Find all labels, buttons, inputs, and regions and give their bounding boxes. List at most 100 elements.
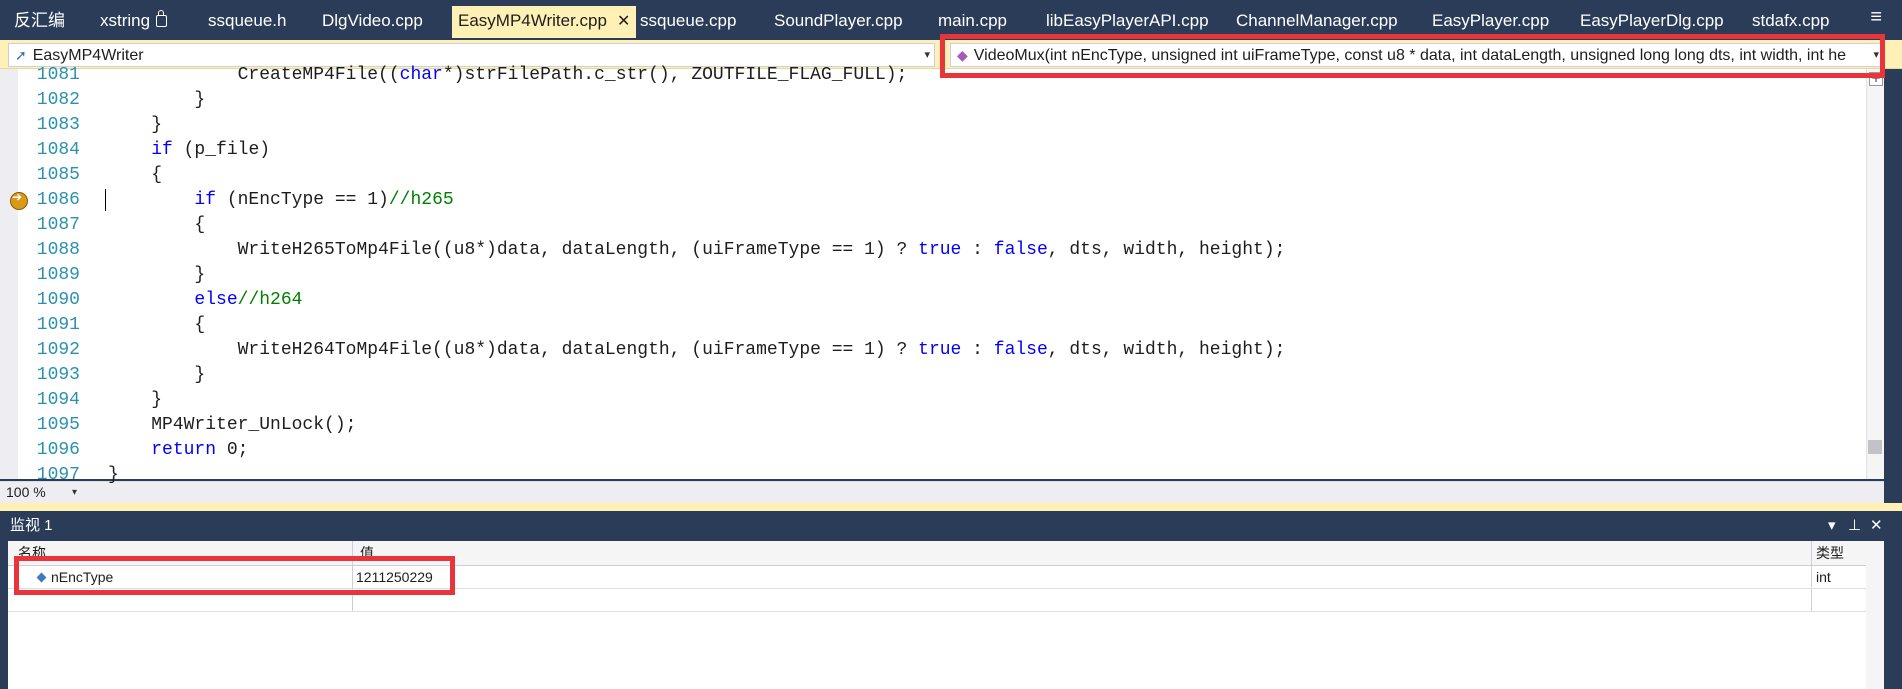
line-number: 1097 — [36, 465, 80, 485]
code-token: } — [108, 90, 206, 110]
tab-label: stdafx.cpp — [1752, 11, 1830, 30]
tab-xstring[interactable]: xstring — [100, 6, 168, 36]
code-line[interactable]: 1096 return 0; — [0, 438, 1860, 463]
close-icon[interactable]: ✕ — [1870, 516, 1883, 536]
tab-soundplayer-cpp[interactable]: SoundPlayer.cpp — [774, 6, 903, 36]
tab-label: main.cpp — [938, 11, 1007, 30]
keyword-token: return — [151, 440, 217, 460]
line-number: 1091 — [36, 315, 80, 335]
code-token: } — [108, 115, 163, 135]
close-tab-icon[interactable]: ✕ — [617, 13, 630, 30]
keyword-token: true — [918, 340, 962, 360]
code-line[interactable]: 1085 { — [0, 163, 1860, 188]
watch-value-cell[interactable]: 1211250229 — [356, 566, 433, 588]
code-line[interactable]: 1097} — [0, 463, 1860, 488]
keyword-token: else — [194, 290, 238, 310]
code-text: WriteH265ToMp4File((u8*)data, dataLength… — [108, 238, 1286, 263]
code-line[interactable]: 1090 else//h264 — [0, 288, 1860, 313]
tab-label: ssqueue.cpp — [640, 11, 737, 30]
keyword-token: true — [918, 240, 962, 260]
column-header-name[interactable]: 名称 — [18, 541, 46, 565]
keyword-token: if — [194, 190, 217, 210]
code-line[interactable]: 1087 { — [0, 213, 1860, 238]
code-token: { — [108, 215, 206, 235]
code-text: return 0; — [108, 438, 248, 463]
side-tool-strip — [1884, 69, 1902, 479]
code-line[interactable]: 1083 } — [0, 113, 1860, 138]
code-line[interactable]: 1084 if (p_file) — [0, 138, 1860, 163]
tab-ssqueue-h[interactable]: ssqueue.h — [208, 6, 286, 36]
watch-panel-title: 监视 1 — [10, 517, 53, 534]
code-text: if (nEncType == 1)//h265 — [108, 188, 454, 213]
code-text: MP4Writer_UnLock(); — [108, 413, 356, 438]
tab-label: EasyPlayerDlg.cpp — [1580, 11, 1724, 30]
code-line[interactable]: 1086 if (nEncType == 1)//h265 — [0, 188, 1860, 213]
split-window-icon[interactable]: + — [1869, 72, 1883, 86]
line-number: 1084 — [36, 140, 80, 160]
code-line[interactable]: 1092 WriteH264ToMp4File((u8*)data, dataL… — [0, 338, 1860, 363]
lock-icon — [156, 10, 168, 27]
code-line[interactable]: 1091 { — [0, 313, 1860, 338]
tab-easyplayer-cpp[interactable]: EasyPlayer.cpp — [1432, 6, 1549, 36]
watch-type-cell: int — [1816, 569, 1831, 585]
code-text: { — [108, 213, 205, 238]
panel-splitter[interactable] — [0, 503, 1902, 511]
code-token: *)strFilePath.c_str(), ZOUTFILE_FLAG_FUL… — [442, 65, 908, 85]
code-text: { — [108, 163, 162, 188]
comment-token: //h265 — [388, 190, 454, 210]
line-number: 1086 — [36, 190, 80, 210]
variable-icon — [36, 572, 47, 583]
tab-overflow-menu-icon[interactable]: ≡ — [1870, 6, 1882, 29]
code-text: CreateMP4File((char*)strFilePath.c_str()… — [108, 63, 908, 88]
column-header-value[interactable]: 值 — [360, 541, 374, 565]
code-text: } — [108, 88, 205, 113]
line-number: 1096 — [36, 440, 80, 460]
tab-easymp4writer-cpp[interactable]: EasyMP4Writer.cpp ✕ — [452, 6, 637, 38]
tab-libeasyplayerapi-cpp[interactable]: libEasyPlayerAPI.cpp — [1046, 6, 1209, 36]
code-line[interactable]: 1093 } — [0, 363, 1860, 388]
tab-main-cpp[interactable]: main.cpp — [938, 6, 1007, 36]
line-number: 1082 — [36, 90, 80, 110]
code-text: { — [108, 313, 205, 338]
tab-easyplayerdlg-cpp[interactable]: EasyPlayerDlg.cpp — [1580, 6, 1724, 36]
code-token: } — [108, 365, 206, 385]
line-number: 1093 — [36, 365, 80, 385]
line-number: 1081 — [36, 65, 80, 85]
code-token: 0; — [216, 440, 249, 460]
line-number: 1085 — [36, 165, 80, 185]
code-text: } — [108, 113, 162, 138]
code-token: WriteH265ToMp4File((u8*)data, dataLength… — [108, 240, 919, 260]
pin-icon[interactable]: ⊥ — [1848, 516, 1861, 536]
tab-[interactable]: 反汇编 — [14, 6, 65, 36]
code-line[interactable]: 1094 } — [0, 388, 1860, 413]
code-line[interactable]: 1081 CreateMP4File((char*)strFilePath.c_… — [0, 63, 1860, 88]
watch-empty-row[interactable] — [8, 589, 1866, 612]
tab-channelmanager-cpp[interactable]: ChannelManager.cpp — [1236, 6, 1398, 36]
watch-row[interactable]: nEncType 1211250229 int — [8, 566, 1866, 589]
code-line[interactable]: 1095 MP4Writer_UnLock(); — [0, 413, 1860, 438]
tab-label: EasyPlayer.cpp — [1432, 11, 1550, 30]
code-token: : — [961, 340, 994, 360]
tab-dlgvideo-cpp[interactable]: DlgVideo.cpp — [322, 6, 423, 36]
tab-stdafx-cpp[interactable]: stdafx.cpp — [1752, 6, 1830, 36]
tab-ssqueue-cpp[interactable]: ssqueue.cpp — [640, 6, 736, 36]
line-number: 1089 — [36, 265, 80, 285]
window-position-dropdown-icon[interactable]: ▾ — [1828, 516, 1836, 536]
editor-scroll-thumb[interactable] — [1868, 440, 1882, 454]
code-line[interactable]: 1088 WriteH265ToMp4File((u8*)data, dataL… — [0, 238, 1860, 263]
code-text: } — [108, 363, 205, 388]
code-text: } — [108, 388, 162, 413]
editor-vertical-scrollbar[interactable] — [1866, 69, 1885, 479]
code-token: } — [108, 390, 163, 410]
watch-vertical-scrollbar[interactable] — [1866, 541, 1884, 689]
scope-label: EasyMP4Writer — [32, 47, 144, 64]
line-number: 1083 — [36, 115, 80, 135]
code-line[interactable]: 1082 } — [0, 88, 1860, 113]
chevron-down-icon[interactable]: ▾ — [1873, 44, 1879, 66]
code-line[interactable]: 1089 } — [0, 263, 1860, 288]
column-header-type[interactable]: 类型 — [1816, 541, 1844, 565]
